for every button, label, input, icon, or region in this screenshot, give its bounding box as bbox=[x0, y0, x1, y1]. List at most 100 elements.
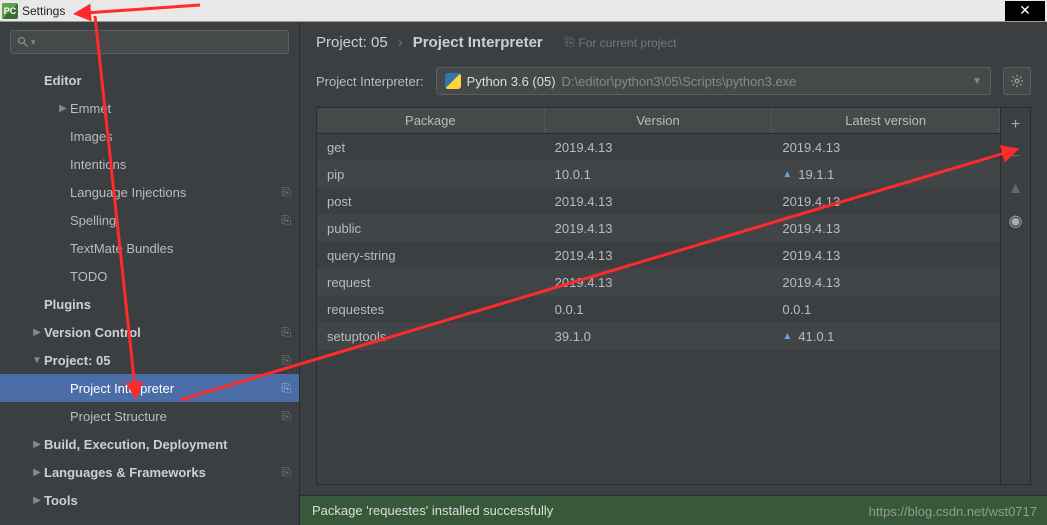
chevron-icon: ▶ bbox=[56, 103, 70, 114]
breadcrumb-sep: › bbox=[398, 34, 403, 51]
copy-icon: ⎘ bbox=[281, 325, 291, 340]
cell-package: setuptools bbox=[317, 329, 545, 344]
sidebar-item-build-execution-deployment[interactable]: ▶Build, Execution, Deployment bbox=[0, 430, 299, 458]
sidebar-item-plugins[interactable]: Plugins bbox=[0, 290, 299, 318]
upgrade-available-icon: ▲ bbox=[782, 169, 792, 180]
interpreter-path: D:\editor\python3\05\Scripts\python3.exe bbox=[562, 74, 797, 89]
sidebar-item-label: Emmet bbox=[70, 101, 291, 116]
copy-icon: ⎘ bbox=[281, 381, 291, 396]
sidebar-item-label: Project Structure bbox=[70, 409, 281, 424]
table-row[interactable]: pip10.0.1▲19.1.1 bbox=[317, 161, 1000, 188]
cell-latest: ▲41.0.1 bbox=[772, 329, 1000, 344]
sidebar-item-label: Intentions bbox=[70, 157, 291, 172]
sidebar-item-label: Plugins bbox=[44, 297, 291, 312]
sidebar-item-language-injections[interactable]: Language Injections⎘ bbox=[0, 178, 299, 206]
sidebar-item-languages-frameworks[interactable]: ▶Languages & Frameworks⎘ bbox=[0, 458, 299, 486]
cell-package: get bbox=[317, 140, 545, 155]
content-pane: Project: 05 › Project Interpreter ⎘ For … bbox=[300, 22, 1047, 525]
cell-latest: 2019.4.13 bbox=[772, 275, 1000, 290]
sidebar-item-label: Languages & Frameworks bbox=[44, 465, 281, 480]
copy-icon: ⎘ bbox=[281, 465, 291, 480]
table-row[interactable]: post2019.4.132019.4.13 bbox=[317, 188, 1000, 215]
upgrade-available-icon: ▲ bbox=[782, 331, 792, 342]
sidebar-item-todo[interactable]: TODO bbox=[0, 262, 299, 290]
cell-version: 2019.4.13 bbox=[545, 275, 773, 290]
cell-latest: 2019.4.13 bbox=[772, 248, 1000, 263]
copy-icon: ⎘ bbox=[281, 353, 291, 368]
sidebar-item-project-structure[interactable]: Project Structure⎘ bbox=[0, 402, 299, 430]
chevron-icon: ▶ bbox=[30, 439, 44, 450]
cell-latest: 0.0.1 bbox=[772, 302, 1000, 317]
search-icon bbox=[17, 36, 29, 48]
table-row[interactable]: public2019.4.132019.4.13 bbox=[317, 215, 1000, 242]
sidebar-item-label: Version Control bbox=[44, 325, 281, 340]
cell-version: 39.1.0 bbox=[545, 329, 773, 344]
copy-icon: ⎘ bbox=[281, 213, 291, 228]
packages-table[interactable]: Package Version Latest version get 2019.4… bbox=[317, 108, 1000, 484]
col-version[interactable]: Version bbox=[545, 108, 773, 133]
table-row[interactable]: get2019.4.132019.4.13 bbox=[317, 134, 1000, 161]
cell-version: 2019.4.13 bbox=[545, 194, 773, 209]
sidebar-item-label: Build, Execution, Deployment bbox=[44, 437, 291, 452]
sidebar-item-emmet[interactable]: ▶Emmet bbox=[0, 94, 299, 122]
col-latest[interactable]: Latest version bbox=[772, 108, 1000, 133]
window-title: Settings bbox=[22, 4, 65, 18]
sidebar-item-project-05[interactable]: ▼Project: 05⎘ bbox=[0, 346, 299, 374]
cell-version: 0.0.1 bbox=[545, 302, 773, 317]
sidebar-item-label: Images bbox=[70, 129, 291, 144]
sidebar-item-label: Spelling bbox=[70, 213, 281, 228]
sidebar-item-label: TODO bbox=[70, 269, 291, 284]
sidebar-item-label: Editor bbox=[44, 73, 291, 88]
sidebar: ▾ Editor▶EmmetImagesIntentionsLanguage I… bbox=[0, 22, 300, 525]
copy-icon: ⎘ bbox=[565, 35, 575, 50]
cell-version: 2019.4.13 bbox=[545, 248, 773, 263]
remove-package-button[interactable]: − bbox=[1005, 146, 1027, 168]
sidebar-item-editor[interactable]: Editor bbox=[0, 66, 299, 94]
sidebar-item-version-control[interactable]: ▶Version Control⎘ bbox=[0, 318, 299, 346]
pycharm-icon: PC bbox=[2, 3, 18, 19]
interpreter-dropdown[interactable]: Python 3.6 (05) D:\editor\python3\05\Scr… bbox=[436, 67, 991, 95]
watermark: https://blog.csdn.net/wst0717 bbox=[869, 504, 1037, 519]
chevron-icon: ▶ bbox=[30, 467, 44, 478]
chevron-down-icon: ▾ bbox=[31, 37, 36, 48]
gear-icon bbox=[1010, 74, 1024, 88]
cell-package: request bbox=[317, 275, 545, 290]
sidebar-item-intentions[interactable]: Intentions bbox=[0, 150, 299, 178]
sidebar-item-project-interpreter[interactable]: Project Interpreter⎘ bbox=[0, 374, 299, 402]
sidebar-item-images[interactable]: Images bbox=[0, 122, 299, 150]
search-input[interactable]: ▾ bbox=[10, 30, 289, 54]
chevron-icon: ▶ bbox=[30, 327, 44, 338]
chevron-icon: ▼ bbox=[30, 355, 44, 366]
add-package-button[interactable]: + bbox=[1005, 114, 1027, 136]
python-icon bbox=[445, 73, 461, 89]
upgrade-package-button[interactable]: ▲ bbox=[1005, 178, 1027, 200]
package-toolbar: + − ▲ ◉ bbox=[1000, 108, 1030, 484]
table-row[interactable]: requestes0.0.10.0.1 bbox=[317, 296, 1000, 323]
cell-latest: 2019.4.13 bbox=[772, 221, 1000, 236]
cell-latest: 2019.4.13 bbox=[772, 194, 1000, 209]
sidebar-item-textmate-bundles[interactable]: TextMate Bundles bbox=[0, 234, 299, 262]
cell-package: public bbox=[317, 221, 545, 236]
col-package[interactable]: Package bbox=[317, 108, 545, 133]
sidebar-item-spelling[interactable]: Spelling⎘ bbox=[0, 206, 299, 234]
cell-package: post bbox=[317, 194, 545, 209]
sidebar-item-tools[interactable]: ▶Tools bbox=[0, 486, 299, 514]
scope-hint: ⎘ For current project bbox=[565, 35, 677, 50]
show-early-releases-button[interactable]: ◉ bbox=[1005, 210, 1027, 232]
sidebar-item-label: Tools bbox=[44, 493, 291, 508]
breadcrumb: Project: 05 › Project Interpreter ⎘ For … bbox=[300, 22, 1047, 59]
cell-latest: ▲19.1.1 bbox=[772, 167, 1000, 182]
cell-latest: 2019.4.13 bbox=[772, 140, 1000, 155]
table-header: Package Version Latest version bbox=[317, 108, 1000, 134]
interpreter-label: Project Interpreter: bbox=[316, 74, 424, 89]
interpreter-name: Python 3.6 (05) bbox=[467, 74, 556, 89]
status-message: Package 'requestes' installed successful… bbox=[312, 503, 553, 518]
cell-package: requestes bbox=[317, 302, 545, 317]
interpreter-settings-button[interactable] bbox=[1003, 67, 1031, 95]
settings-tree[interactable]: Editor▶EmmetImagesIntentionsLanguage Inj… bbox=[0, 62, 299, 525]
table-row[interactable]: request2019.4.132019.4.13 bbox=[317, 269, 1000, 296]
close-button[interactable]: ✕ bbox=[1005, 1, 1045, 21]
breadcrumb-project[interactable]: Project: 05 bbox=[316, 34, 388, 51]
table-row[interactable]: query-string2019.4.132019.4.13 bbox=[317, 242, 1000, 269]
table-row[interactable]: setuptools39.1.0▲41.0.1 bbox=[317, 323, 1000, 350]
